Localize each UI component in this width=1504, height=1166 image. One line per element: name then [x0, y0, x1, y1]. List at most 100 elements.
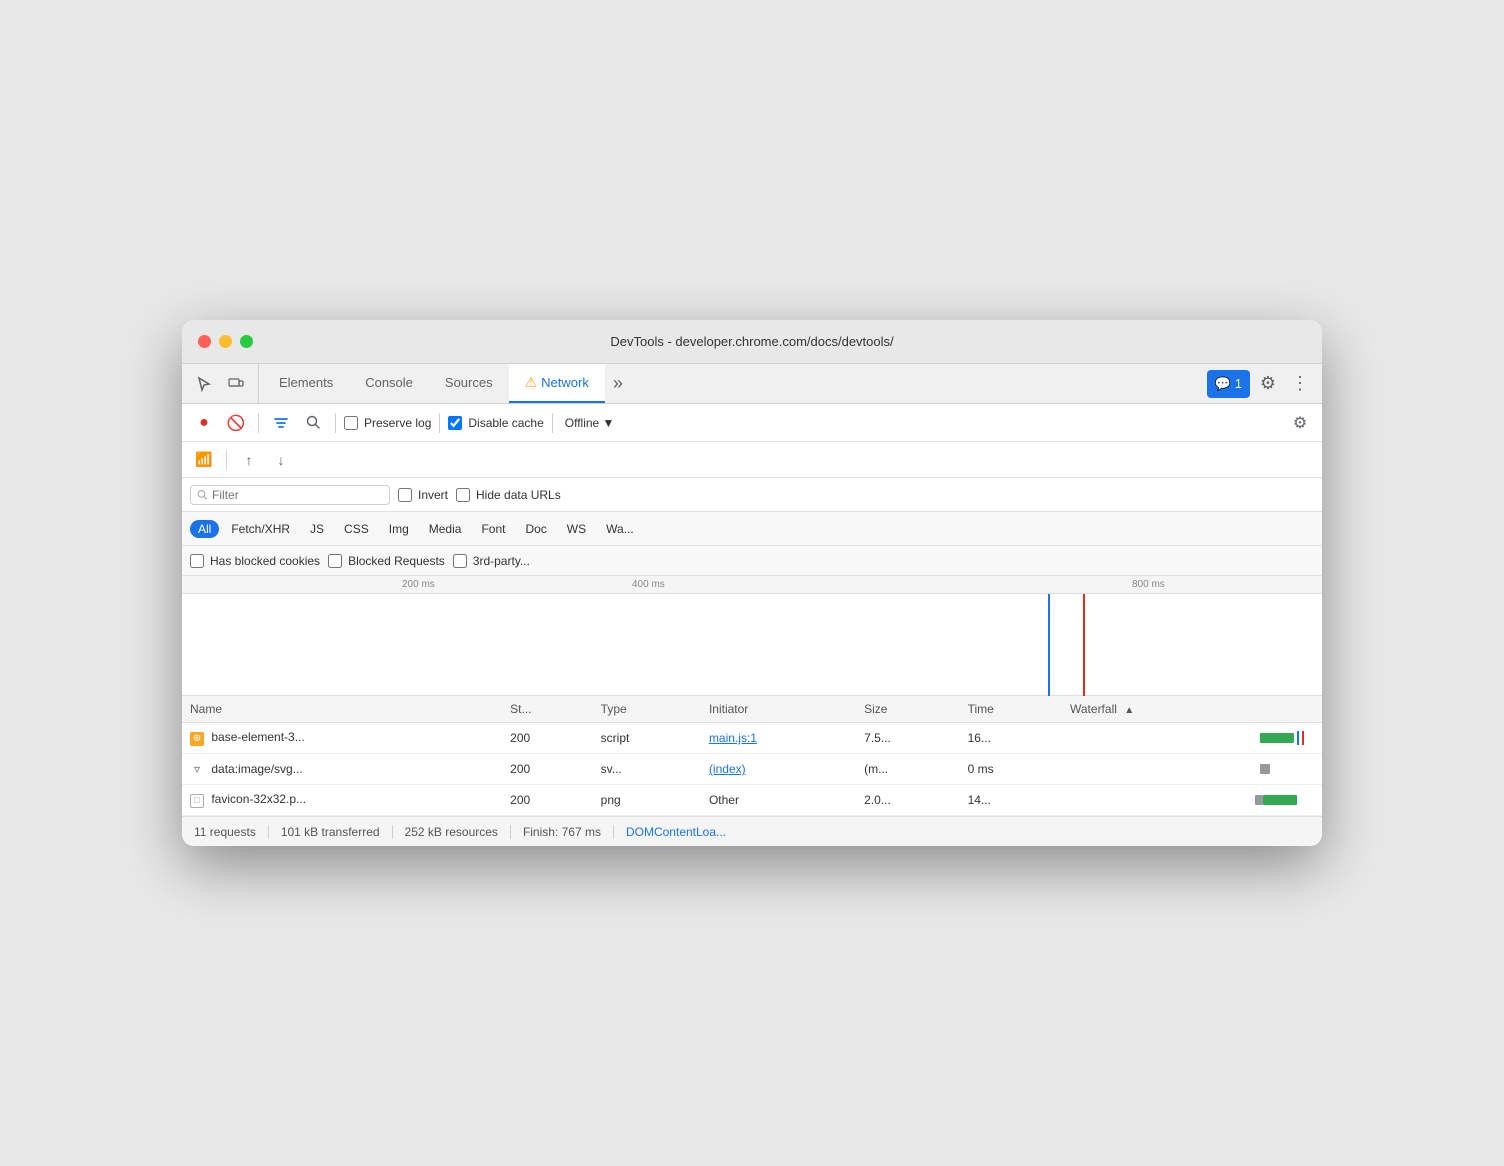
settings-icon: ⚙ — [1293, 413, 1307, 433]
status-requests: 11 requests — [194, 825, 256, 839]
download-icon: ↓ — [278, 452, 285, 468]
search-btn[interactable] — [299, 409, 327, 437]
toolbar-divider-5 — [226, 450, 227, 470]
hide-data-urls-label[interactable]: Hide data URLs — [456, 488, 561, 502]
status-transferred: 101 kB transferred — [281, 825, 380, 839]
toolbar-divider-3 — [439, 413, 440, 433]
devices-icon — [228, 376, 244, 392]
filter-btn[interactable] — [267, 409, 295, 437]
chat-badge-btn[interactable]: 💬 1 — [1207, 370, 1250, 398]
filter-input[interactable] — [212, 488, 383, 502]
cookies-bar: Has blocked cookies Blocked Requests 3rd… — [182, 546, 1322, 576]
blocked-requests-label[interactable]: Blocked Requests — [328, 554, 445, 568]
waterfall-bar-gray — [1260, 764, 1270, 774]
row-status-cell: 200 — [502, 754, 593, 785]
disable-cache-label[interactable]: Disable cache — [448, 416, 543, 430]
row-size-cell: 7.5... — [856, 723, 959, 754]
type-btn-wasm[interactable]: Wa... — [598, 520, 642, 538]
tab-elements[interactable]: Elements — [263, 364, 349, 403]
table-row[interactable]: ▿ data:image/svg... 200 sv... (index) (m… — [182, 754, 1322, 785]
invert-checkbox[interactable] — [398, 488, 412, 502]
preserve-log-checkbox[interactable] — [344, 416, 358, 430]
type-btn-doc[interactable]: Doc — [517, 520, 554, 538]
row-status-cell: 200 — [502, 723, 593, 754]
filter-icon — [273, 415, 289, 431]
tab-network[interactable]: ⚠ Network — [509, 364, 605, 403]
col-size: Size — [856, 696, 959, 723]
has-blocked-cookies-label[interactable]: Has blocked cookies — [190, 554, 320, 568]
devtools-more-btn[interactable]: ⋮ — [1286, 370, 1314, 398]
close-button[interactable] — [198, 335, 211, 348]
tab-console[interactable]: Console — [349, 364, 429, 403]
row-initiator-cell: main.js:1 — [701, 723, 856, 754]
row-icon-arrow: ▿ — [190, 762, 204, 776]
waterfall-bar-wrap — [1070, 790, 1314, 810]
row-name-cell: ⊕ base-element-3... — [182, 723, 502, 754]
type-btn-css[interactable]: CSS — [336, 520, 377, 538]
third-party-checkbox[interactable] — [453, 554, 467, 568]
status-divider-2 — [392, 825, 393, 839]
status-divider-1 — [268, 825, 269, 839]
download-btn[interactable]: ↓ — [267, 446, 295, 474]
blue-line — [1048, 594, 1050, 696]
row-icon-orange: ⊕ — [190, 732, 204, 746]
network-settings-btn[interactable]: ⚙ — [1286, 409, 1314, 437]
type-btn-font[interactable]: Font — [473, 520, 513, 538]
blocked-requests-checkbox[interactable] — [328, 554, 342, 568]
tab-more-btn[interactable]: » — [605, 364, 631, 403]
tick-400ms: 400 ms — [632, 579, 665, 590]
type-btn-js[interactable]: JS — [302, 520, 332, 538]
timeline-area: 200 ms 400 ms 800 ms — [182, 576, 1322, 696]
type-btn-ws[interactable]: WS — [559, 520, 594, 538]
minimize-button[interactable] — [219, 335, 232, 348]
disable-cache-checkbox[interactable] — [448, 416, 462, 430]
devices-icon-btn[interactable] — [222, 370, 250, 398]
waterfall-bar-gray-sm — [1255, 795, 1262, 805]
tab-bar-right: 💬 1 ⚙ ⋮ — [1207, 364, 1314, 403]
wifi-icon: 📶 — [195, 451, 212, 468]
type-btn-img[interactable]: Img — [381, 520, 417, 538]
has-blocked-cookies-checkbox[interactable] — [190, 554, 204, 568]
toolbar-row-1: ● 🚫 Preserve log — [182, 404, 1322, 442]
row-name-cell: □ favicon-32x32.p... — [182, 785, 502, 816]
row-initiator-cell: Other — [701, 785, 856, 816]
col-name: Name — [182, 696, 502, 723]
third-party-label[interactable]: 3rd-party... — [453, 554, 530, 568]
status-bar: 11 requests 101 kB transferred 252 kB re… — [182, 816, 1322, 846]
status-divider-4 — [613, 825, 614, 839]
filter-input-wrap[interactable] — [190, 485, 390, 505]
row-time-cell: 14... — [960, 785, 1062, 816]
row-size-cell: (m... — [856, 754, 959, 785]
block-btn[interactable]: 🚫 — [222, 409, 250, 437]
table-row[interactable]: ⊕ base-element-3... 200 script main.js:1… — [182, 723, 1322, 754]
type-btn-fetch[interactable]: Fetch/XHR — [223, 520, 298, 538]
filter-bar: Invert Hide data URLs — [182, 478, 1322, 512]
col-waterfall[interactable]: Waterfall ▲ — [1062, 696, 1322, 723]
dom-content-loaded[interactable]: DOMContentLoa... — [626, 825, 726, 839]
maximize-button[interactable] — [240, 335, 253, 348]
table-body: ⊕ base-element-3... 200 script main.js:1… — [182, 723, 1322, 816]
preserve-log-label[interactable]: Preserve log — [344, 416, 431, 430]
tabs-container: Elements Console Sources ⚠ Network » — [263, 364, 1207, 403]
cursor-icon-btn[interactable] — [190, 370, 218, 398]
network-table-wrap: Name St... Type Initiator Size Time Wate… — [182, 696, 1322, 816]
invert-label[interactable]: Invert — [398, 488, 448, 502]
waterfall-bar-green — [1260, 733, 1294, 743]
wifi-btn[interactable]: 📶 — [190, 446, 218, 474]
upload-btn[interactable]: ↑ — [235, 446, 263, 474]
record-btn[interactable]: ● — [190, 409, 218, 437]
devtools-settings-btn[interactable]: ⚙ — [1254, 370, 1282, 398]
throttle-select-btn[interactable]: Offline ▼ — [561, 414, 619, 432]
status-finish: Finish: 767 ms — [523, 825, 601, 839]
table-row[interactable]: □ favicon-32x32.p... 200 png Other 2.0..… — [182, 785, 1322, 816]
waterfall-bar-green-2 — [1263, 795, 1297, 805]
window-title: DevTools - developer.chrome.com/docs/dev… — [610, 334, 893, 349]
row-waterfall-cell — [1062, 785, 1322, 816]
hide-data-urls-checkbox[interactable] — [456, 488, 470, 502]
tab-sources[interactable]: Sources — [429, 364, 509, 403]
red-line — [1083, 594, 1085, 696]
type-btn-all[interactable]: All — [190, 520, 219, 538]
type-btn-media[interactable]: Media — [421, 520, 470, 538]
filter-search-icon — [197, 489, 208, 501]
toolbar-divider-2 — [335, 413, 336, 433]
